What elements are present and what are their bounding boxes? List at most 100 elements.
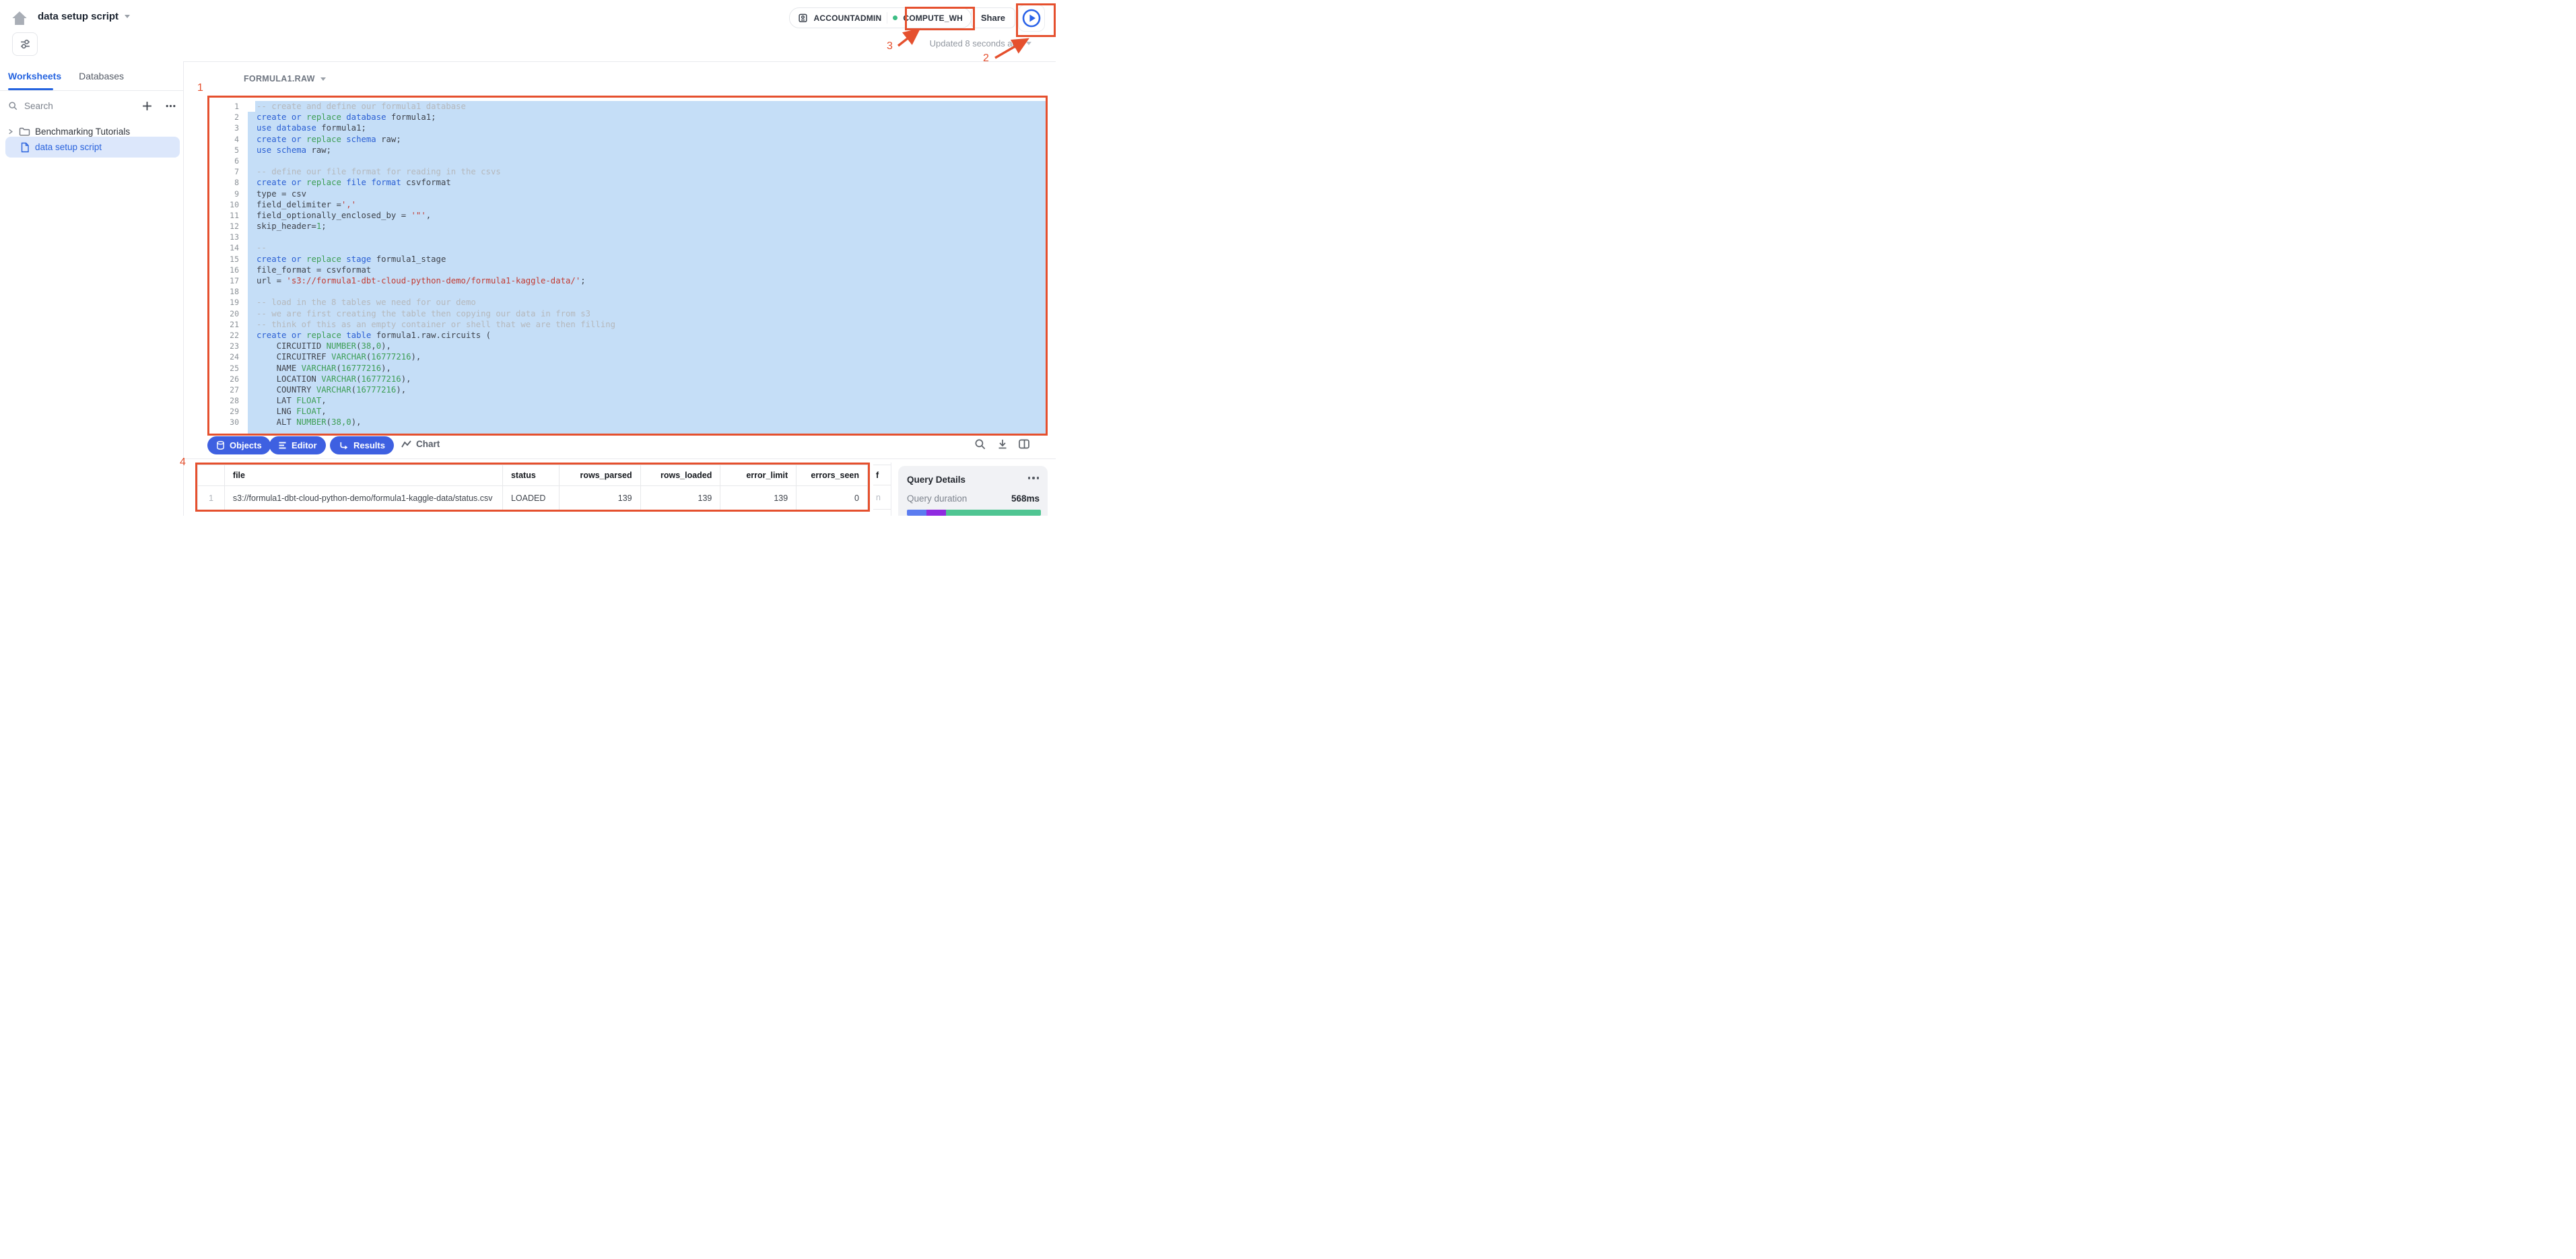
annotation-label-3: 3 <box>887 40 893 53</box>
more-options-button[interactable] <box>165 100 176 112</box>
code-line[interactable]: 22create or replace table formula1.raw.c… <box>209 330 1046 341</box>
chart-tab[interactable]: Chart <box>401 439 440 449</box>
code-line[interactable]: 3use database formula1; <box>209 123 1046 133</box>
sidebar: Worksheets Databases Search <box>0 61 184 516</box>
share-button[interactable]: Share <box>971 7 1015 28</box>
table-cell-file[interactable]: s3://formula1-dbt-cloud-python-demo/form… <box>225 486 503 510</box>
sliders-icon <box>20 38 31 50</box>
chevron-down-icon <box>320 77 326 81</box>
line-number: 15 <box>209 254 248 265</box>
line-number: 24 <box>209 351 248 362</box>
sidebar-item-data-setup-script[interactable]: data setup script <box>5 137 180 158</box>
code-text: LOCATION VARCHAR(16777216), <box>248 374 1046 384</box>
table-cell-errors_seen[interactable]: 0 <box>796 486 867 510</box>
code-line[interactable]: 8create or replace file format csvformat <box>209 177 1046 188</box>
snowsight-worksheet-app: data setup script ACCOUNTADMIN COMPUTE_W… <box>0 0 1056 516</box>
code-line[interactable]: 5use schema raw; <box>209 145 1046 156</box>
code-line[interactable]: 25 NAME VARCHAR(16777216), <box>209 363 1046 374</box>
column-header-error_limit[interactable]: error_limit <box>720 465 796 485</box>
table-cell-status[interactable]: LOADED <box>503 486 560 510</box>
column-header-status[interactable]: status <box>503 465 560 485</box>
code-line[interactable]: 16file_format = csvformat <box>209 265 1046 275</box>
code-line[interactable]: 26 LOCATION VARCHAR(16777216), <box>209 374 1046 384</box>
line-number: 13 <box>209 232 248 242</box>
objects-label: Objects <box>230 440 262 450</box>
column-header-errors_seen[interactable]: errors_seen <box>796 465 867 485</box>
results-partial-column[interactable]: f n <box>873 465 891 510</box>
objects-toggle-button[interactable]: Objects <box>207 436 271 454</box>
table-cell-rows_loaded[interactable]: 139 <box>641 486 721 510</box>
filters-button[interactable] <box>12 32 38 56</box>
query-details-menu-button[interactable] <box>1028 477 1040 479</box>
line-number: 28 <box>209 395 248 406</box>
code-text <box>248 428 1046 434</box>
code-line[interactable]: 11field_optionally_enclosed_by = '"', <box>209 210 1046 221</box>
partial-column-value: n <box>873 485 891 509</box>
share-label: Share <box>981 13 1005 23</box>
code-line[interactable]: 6 <box>209 156 1046 166</box>
line-number: 4 <box>209 134 248 145</box>
code-text: field_optionally_enclosed_by = '"', <box>248 210 1046 221</box>
results-table[interactable]: filestatusrows_parsedrows_loadederror_li… <box>197 465 868 510</box>
code-line[interactable]: 2create or replace database formula1; <box>209 112 1046 123</box>
line-number: 20 <box>209 308 248 319</box>
code-line[interactable]: 4create or replace schema raw; <box>209 134 1046 145</box>
schema-context-selector[interactable]: FORMULA1.RAW <box>244 74 326 83</box>
worksheet-search[interactable]: Search <box>8 97 176 114</box>
annotation-label-1: 1 <box>197 82 203 94</box>
warehouse-label: COMPUTE_WH <box>903 13 963 23</box>
row-number: 1 <box>198 486 225 510</box>
run-play-icon <box>1021 8 1042 28</box>
code-line[interactable]: 21-- think of this as an empty container… <box>209 319 1046 330</box>
code-line[interactable]: 9type = csv <box>209 189 1046 199</box>
split-view-button[interactable] <box>1018 438 1030 450</box>
code-line[interactable]: 7-- define our file format for reading i… <box>209 166 1046 177</box>
add-worksheet-button[interactable] <box>141 100 153 112</box>
context-selector[interactable]: ACCOUNTADMIN COMPUTE_WH <box>789 7 972 28</box>
tab-databases[interactable]: Databases <box>79 71 124 81</box>
code-line[interactable]: 1-- create and define our formula1 datab… <box>209 101 1046 112</box>
folder-icon <box>19 127 30 137</box>
code-line[interactable]: 27 COUNTRY VARCHAR(16777216), <box>209 384 1046 395</box>
updated-text: Updated 8 seconds ago <box>930 38 1022 48</box>
code-line[interactable]: 28 LAT FLOAT, <box>209 395 1046 406</box>
run-button[interactable] <box>1018 5 1045 32</box>
code-text <box>248 156 1046 166</box>
table-row[interactable]: 1s3://formula1-dbt-cloud-python-demo/for… <box>198 486 867 510</box>
query-duration-value: 568ms <box>1011 494 1040 504</box>
editor-toggle-button[interactable]: Editor <box>269 436 326 454</box>
download-results-button[interactable] <box>996 438 1009 450</box>
code-line[interactable]: 15create or replace stage formula1_stage <box>209 254 1046 265</box>
tab-worksheets[interactable]: Worksheets <box>8 71 61 81</box>
updated-status-menu[interactable]: Updated 8 seconds ago <box>930 38 1031 48</box>
sql-editor[interactable]: 1-- create and define our formula1 datab… <box>209 98 1046 434</box>
search-results-button[interactable] <box>974 438 986 450</box>
code-line[interactable]: 24 CIRCUITREF VARCHAR(16777216), <box>209 351 1046 362</box>
code-line[interactable]: 23 CIRCUITID NUMBER(38,0), <box>209 341 1046 351</box>
code-line[interactable]: 18 <box>209 286 1046 297</box>
column-header-rows_loaded[interactable]: rows_loaded <box>641 465 721 485</box>
results-toggle-button[interactable]: Results <box>330 436 394 454</box>
code-text: url = 's3://formula1-dbt-cloud-python-de… <box>248 275 1046 286</box>
line-number <box>209 428 248 434</box>
code-line[interactable]: 13 <box>209 232 1046 242</box>
database-cylinder-icon <box>216 440 225 450</box>
code-line[interactable]: 29 LNG FLOAT, <box>209 406 1046 417</box>
code-text: -- think of this as an empty container o… <box>248 319 1046 330</box>
code-line[interactable]: 20-- we are first creating the table the… <box>209 308 1046 319</box>
code-line[interactable]: 19-- load in the 8 tables we need for ou… <box>209 297 1046 308</box>
code-line[interactable]: 14-- <box>209 242 1046 253</box>
code-line[interactable]: 12skip_header=1; <box>209 221 1046 232</box>
annotation-label-2: 2 <box>983 53 989 65</box>
code-line[interactable]: 10field_delimiter =',' <box>209 199 1046 210</box>
column-header-rows_parsed[interactable]: rows_parsed <box>560 465 641 485</box>
column-header-file[interactable]: file <box>225 465 503 485</box>
line-number: 25 <box>209 363 248 374</box>
code-line[interactable]: 30 ALT NUMBER(38,0), <box>209 417 1046 428</box>
table-cell-rows_parsed[interactable]: 139 <box>560 486 641 510</box>
worksheet-title-menu[interactable]: data setup script <box>38 11 130 22</box>
code-line[interactable] <box>209 428 1046 434</box>
code-line[interactable]: 17url = 's3://formula1-dbt-cloud-python-… <box>209 275 1046 286</box>
table-cell-error_limit[interactable]: 139 <box>720 486 796 510</box>
home-button[interactable] <box>9 8 30 28</box>
